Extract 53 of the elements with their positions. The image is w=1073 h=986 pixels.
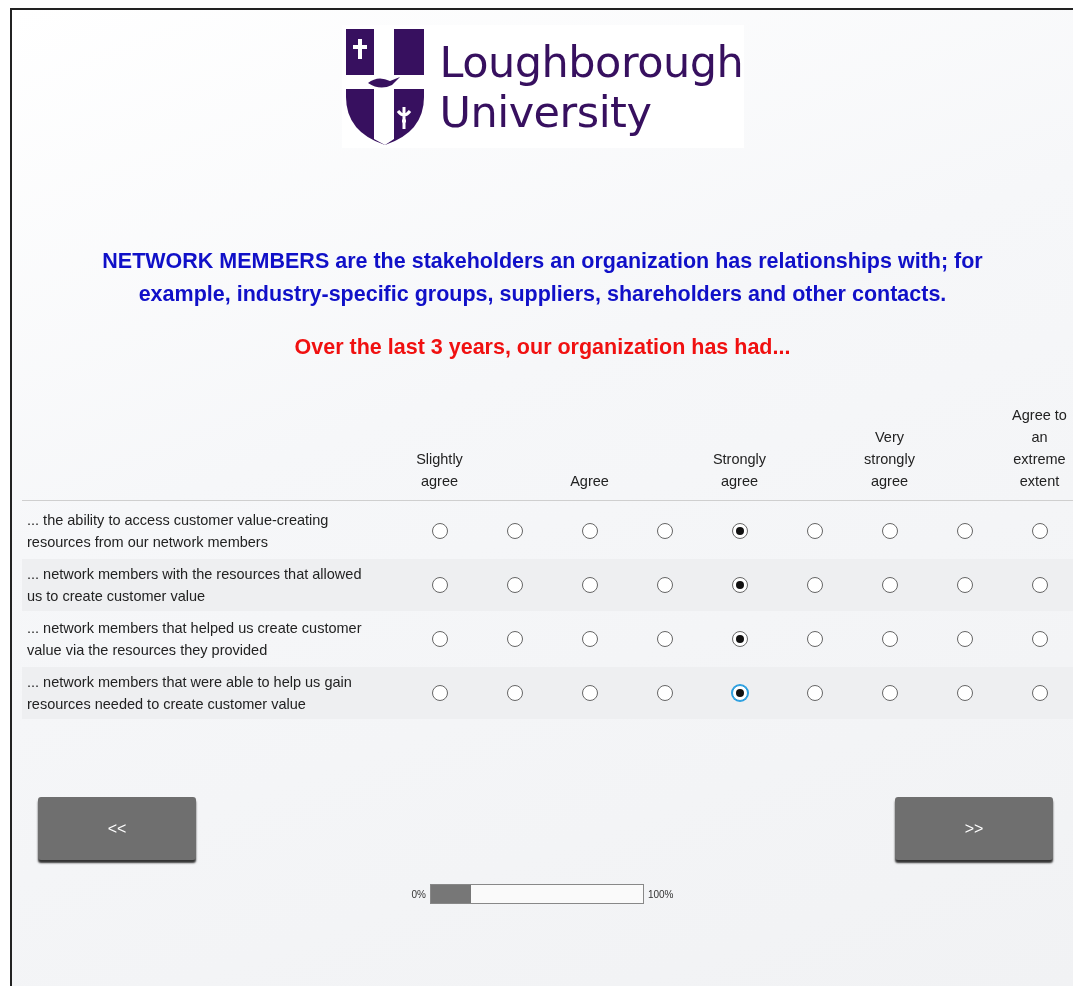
scale-label: Agree — [569, 472, 610, 491]
radio-button[interactable] — [506, 685, 523, 701]
radio-button[interactable] — [581, 523, 598, 539]
radio-button[interactable] — [956, 685, 973, 701]
radio-button[interactable] — [806, 685, 823, 701]
radio-button[interactable] — [956, 577, 973, 593]
scale-label: Very strongly agree — [863, 428, 916, 491]
statement-text: ... network members that helped us create customer value via the resources they provided — [26, 619, 363, 660]
radio-button[interactable] — [731, 577, 748, 593]
radio-button[interactable] — [1031, 631, 1048, 647]
radio-button[interactable] — [431, 631, 448, 647]
radio-button[interactable] — [431, 577, 448, 593]
radio-button[interactable] — [1031, 577, 1048, 593]
radio-button[interactable] — [731, 523, 748, 539]
radio-button[interactable] — [581, 685, 598, 701]
logo-text: University — [439, 86, 653, 137]
radio-button[interactable] — [431, 685, 448, 701]
statement-text: ... the ability to access customer value-creating resources from our network members — [26, 511, 330, 552]
radio-button[interactable] — [431, 523, 448, 539]
statement-text: ... network members that were able to help us gain resources needed to create customer value — [26, 673, 353, 714]
progress-end-label: 100% — [647, 888, 674, 900]
radio-button[interactable] — [1031, 685, 1048, 701]
radio-button[interactable] — [1031, 523, 1048, 539]
radio-button[interactable] — [506, 523, 523, 539]
statement-text: ... network members with the resources that allowed us to create customer value — [26, 565, 363, 606]
radio-button[interactable] — [656, 685, 673, 701]
scale-label: Slightly agree — [415, 450, 464, 491]
radio-button[interactable] — [881, 631, 898, 647]
radio-button[interactable] — [506, 631, 523, 647]
back-button[interactable]: << — [38, 797, 196, 860]
radio-button[interactable] — [806, 577, 823, 593]
radio-button[interactable] — [731, 685, 748, 701]
radio-button[interactable] — [806, 523, 823, 539]
radio-button[interactable] — [656, 631, 673, 647]
intro-text: NETWORK MEMBERS are the stakeholders an organization has relationships with; for example, industry-specific groups, suppliers, shareholders and other contacts. — [101, 248, 984, 308]
radio-button[interactable] — [881, 523, 898, 539]
radio-button[interactable] — [656, 523, 673, 539]
radio-button[interactable] — [506, 577, 523, 593]
radio-button[interactable] — [581, 631, 598, 647]
radio-button[interactable] — [956, 523, 973, 539]
next-button[interactable]: >> — [895, 797, 1053, 860]
radio-button[interactable] — [881, 685, 898, 701]
radio-button[interactable] — [656, 577, 673, 593]
question-prompt: Over the last 3 years, our organization has had... — [294, 335, 791, 360]
logo-text: Loughborough — [439, 36, 744, 87]
radio-button[interactable] — [881, 577, 898, 593]
radio-button[interactable] — [581, 577, 598, 593]
scale-label: Agree to an extreme extent — [1011, 406, 1068, 491]
progress-start-label: 0% — [411, 888, 426, 900]
radio-button[interactable] — [956, 631, 973, 647]
scale-label: Strongly agree — [711, 450, 768, 491]
radio-button[interactable] — [806, 631, 823, 647]
radio-button[interactable] — [731, 631, 748, 647]
